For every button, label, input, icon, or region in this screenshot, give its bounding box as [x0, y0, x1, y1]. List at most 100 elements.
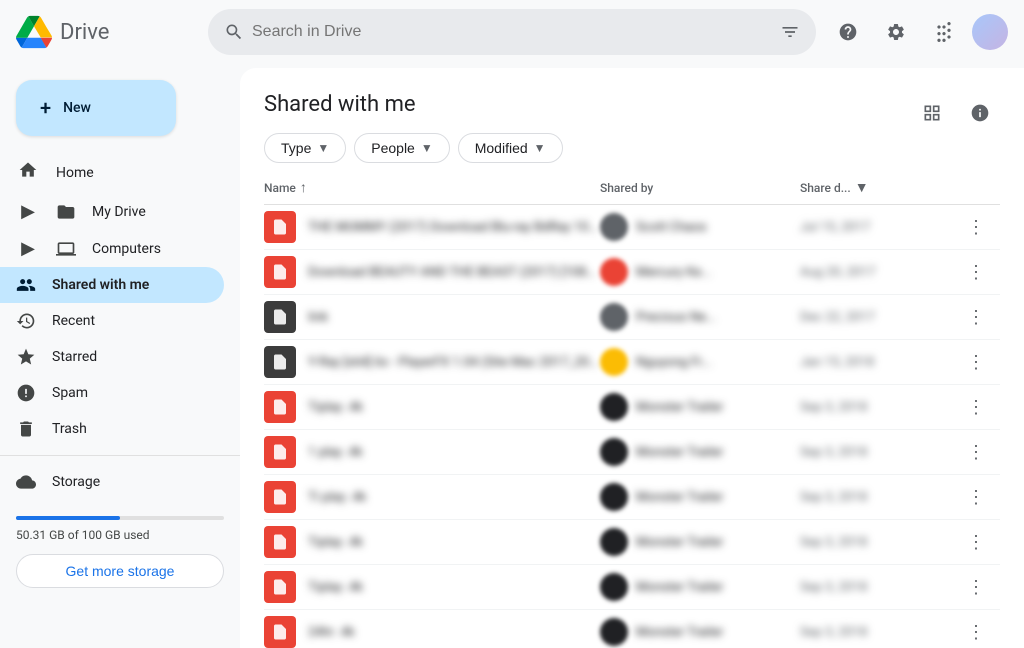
- support-icon: [838, 22, 858, 42]
- more-options-button[interactable]: ⋮: [960, 616, 992, 648]
- sidebar-item-starred[interactable]: Starred: [0, 339, 224, 375]
- table-row[interactable]: Tiplay .4k Monster Trailer Sep 3, 2018 ⋮: [264, 385, 1000, 430]
- shared-avatar: [600, 573, 628, 601]
- drive-logo-icon: [16, 14, 52, 50]
- shared-icon: [16, 275, 36, 295]
- avatar[interactable]: [972, 14, 1008, 50]
- type-filter-chevron: ▼: [317, 141, 329, 155]
- modified-filter-button[interactable]: Modified ▼: [458, 133, 563, 163]
- new-button[interactable]: + New: [16, 80, 176, 136]
- more-options-button[interactable]: ⋮: [960, 436, 992, 468]
- row-filename: 1 play .4k: [308, 445, 363, 460]
- sidebar-item-home[interactable]: Home: [0, 152, 224, 193]
- sidebar-item-label: Starred: [52, 349, 97, 365]
- shared-name: Nguyong Fr...: [636, 355, 712, 370]
- col-date: Share d... ▼: [800, 179, 960, 196]
- table-row[interactable]: Y-Ray [x64] 6x - PlayerFX 1.04 (Site Mac…: [264, 340, 1000, 385]
- new-label: New: [63, 100, 91, 116]
- table-row[interactable]: Download BEAUTY AND THE BEAST (2017) [10…: [264, 250, 1000, 295]
- more-options-button[interactable]: ⋮: [960, 571, 992, 603]
- grid-view-button[interactable]: [912, 93, 952, 133]
- file-icon: [264, 616, 296, 648]
- info-button[interactable]: [960, 93, 1000, 133]
- row-shared-by: Monster Trailer: [600, 528, 800, 556]
- more-options-button[interactable]: ⋮: [960, 256, 992, 288]
- row-name: Tiplay .4k: [264, 571, 600, 603]
- name-sort-icon[interactable]: ↑: [300, 179, 307, 196]
- sidebar-item-label: My Drive: [92, 204, 146, 220]
- support-icon-btn[interactable]: [828, 12, 868, 52]
- table-row[interactable]: THE MUMMY (2017) Download Blu-ray BdRay …: [264, 205, 1000, 250]
- more-options-button[interactable]: ⋮: [960, 526, 992, 558]
- row-shared-by: Mercury Ke...: [600, 258, 800, 286]
- info-icon: [970, 103, 990, 123]
- search-bar[interactable]: [208, 9, 816, 55]
- shared-avatar: [600, 303, 628, 331]
- storage-icon: [16, 472, 36, 492]
- my-drive-expand-icon: ▶: [16, 201, 40, 222]
- sidebar-item-label: Recent: [52, 313, 95, 329]
- shared-name: Monster Trailer: [636, 580, 723, 595]
- row-date: Sep 3, 2018: [800, 445, 960, 460]
- row-shared-by: Monster Trailer: [600, 438, 800, 466]
- row-name: Y-Ray [x64] 6x - PlayerFX 1.04 (Site Mac…: [264, 346, 600, 378]
- row-filename: Tiplay .4k: [308, 580, 363, 595]
- sidebar: + New Home ▶ My Drive ▶ Computers Shared…: [0, 64, 240, 648]
- row-shared-by: Nguyong Fr...: [600, 348, 800, 376]
- share-date-col-label: Share d...: [800, 181, 851, 195]
- app-name: Drive: [60, 20, 109, 45]
- row-filename: Download BEAUTY AND THE BEAST (2017) [10…: [308, 265, 600, 280]
- settings-icon-btn[interactable]: [876, 12, 916, 52]
- sidebar-item-storage[interactable]: Storage: [0, 464, 224, 500]
- sidebar-item-spam[interactable]: Spam: [0, 375, 224, 411]
- file-doc-icon: [271, 217, 289, 237]
- more-options-button[interactable]: ⋮: [960, 301, 992, 333]
- people-filter-chevron: ▼: [421, 141, 433, 155]
- sidebar-item-recent[interactable]: Recent: [0, 303, 224, 339]
- page-title: Shared with me: [264, 92, 416, 117]
- more-options-button[interactable]: ⋮: [960, 211, 992, 243]
- search-filter-icon[interactable]: [780, 22, 800, 42]
- row-filename: link: [308, 310, 328, 325]
- people-filter-button[interactable]: People ▼: [354, 133, 449, 163]
- modified-filter-label: Modified: [475, 140, 528, 156]
- type-filter-button[interactable]: Type ▼: [264, 133, 346, 163]
- table-row[interactable]: 1 play .4k Monster Trailer Sep 3, 2018 ⋮: [264, 430, 1000, 475]
- shared-name: Precious Ne...: [636, 310, 716, 325]
- file-doc-icon: [271, 262, 289, 282]
- sidebar-item-trash[interactable]: Trash: [0, 411, 224, 447]
- more-options-button[interactable]: ⋮: [960, 481, 992, 513]
- shared-by-col-label: Shared by: [600, 181, 653, 195]
- sidebar-item-computers[interactable]: ▶ Computers: [0, 230, 224, 267]
- get-more-storage-button[interactable]: Get more storage: [16, 554, 224, 588]
- more-options-button[interactable]: ⋮: [960, 346, 992, 378]
- shared-avatar: [600, 528, 628, 556]
- search-input[interactable]: [252, 23, 772, 41]
- modified-filter-chevron: ▼: [534, 141, 546, 155]
- sidebar-item-my-drive[interactable]: ▶ My Drive: [0, 193, 224, 230]
- file-icon: [264, 211, 296, 243]
- file-doc-icon: [271, 442, 289, 462]
- sidebar-item-shared-with-me[interactable]: Shared with me: [0, 267, 224, 303]
- row-name: Ti play .4k: [264, 481, 600, 513]
- people-filter-label: People: [371, 140, 415, 156]
- table-row[interactable]: 24hr .4k Monster Trailer Sep 3, 2018 ⋮: [264, 610, 1000, 648]
- file-rows: THE MUMMY (2017) Download Blu-ray BdRay …: [264, 205, 1000, 648]
- row-name: link: [264, 301, 600, 333]
- table-row[interactable]: Ti play .4k Monster Trailer Sep 3, 2018 …: [264, 475, 1000, 520]
- topbar-right: [828, 12, 1008, 52]
- shared-name: Mercury Ke...: [636, 265, 712, 280]
- table-row[interactable]: Tiplay .4k Monster Trailer Sep 3, 2018 ⋮: [264, 520, 1000, 565]
- file-icon: [264, 301, 296, 333]
- table-row[interactable]: link Precious Ne... Dec 22, 2017 ⋮: [264, 295, 1000, 340]
- apps-icon-btn[interactable]: [924, 12, 964, 52]
- search-icon: [224, 22, 244, 42]
- file-icon: [264, 346, 296, 378]
- content-header: Shared with me Type: [240, 68, 1024, 171]
- date-sort-icon[interactable]: ▼: [855, 179, 869, 196]
- row-date: Sep 3, 2018: [800, 490, 960, 505]
- logo: Drive: [16, 14, 196, 50]
- table-row[interactable]: Tiplay .4k Monster Trailer Sep 3, 2018 ⋮: [264, 565, 1000, 610]
- more-options-button[interactable]: ⋮: [960, 391, 992, 423]
- my-drive-icon: [56, 202, 76, 222]
